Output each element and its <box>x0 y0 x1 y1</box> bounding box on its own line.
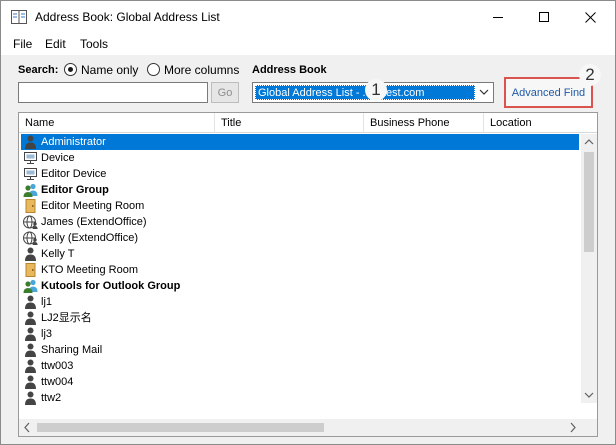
globe-person-icon <box>23 215 38 229</box>
person-icon <box>23 247 38 261</box>
callout-2: 2 <box>579 64 601 86</box>
list-header: Name Title Business Phone Location <box>19 113 597 133</box>
scroll-up-icon[interactable] <box>581 134 597 150</box>
go-button[interactable]: Go <box>211 82 239 103</box>
horizontal-scrollbar[interactable] <box>19 419 597 436</box>
maximize-icon <box>539 12 549 22</box>
list-item[interactable]: Kelly T <box>21 246 579 262</box>
group-icon <box>23 279 38 293</box>
person-icon <box>23 343 38 357</box>
list-item-name: Editor Device <box>41 168 107 180</box>
list-item-name: Administrator <box>41 136 106 148</box>
list-rows: Administrator Device Editor Device Editor G… <box>19 134 581 406</box>
list-item[interactable]: ttw004 <box>21 374 579 390</box>
menu-tools[interactable]: Tools <box>80 37 108 51</box>
person-icon <box>23 327 38 341</box>
list-item[interactable]: Editor Device <box>21 166 579 182</box>
menu-file[interactable]: File <box>13 37 32 51</box>
list-item-name: Editor Group <box>41 184 109 196</box>
column-name[interactable]: Name <box>19 113 215 133</box>
chevron-down-icon <box>479 89 489 95</box>
menu-bar: File Edit Tools <box>1 33 615 55</box>
list-item[interactable]: Sharing Mail <box>21 342 579 358</box>
dialog-content: Search: Name only More columns Address B… <box>1 55 615 444</box>
name-only-radio[interactable] <box>64 63 77 76</box>
list-item-name: Sharing Mail <box>41 344 103 356</box>
list-item-name: Kelly T <box>41 248 75 260</box>
person-icon <box>23 375 38 389</box>
list-item-name: Editor Meeting Room <box>41 200 145 212</box>
close-button[interactable] <box>567 1 613 33</box>
list-item-name: James (ExtendOffice) <box>41 216 147 228</box>
person-icon <box>23 135 38 149</box>
scroll-right-icon[interactable] <box>565 419 581 436</box>
person-icon <box>23 359 38 373</box>
list-item-name: lj1 <box>41 296 53 308</box>
more-columns-radio[interactable] <box>147 63 160 76</box>
callout-1: 1 <box>365 79 387 101</box>
vertical-scrollbar[interactable] <box>581 134 597 403</box>
menu-edit[interactable]: Edit <box>45 37 66 51</box>
more-columns-label[interactable]: More columns <box>164 63 239 77</box>
globe-person-icon <box>23 231 38 245</box>
list-item-name: Kelly (ExtendOffice) <box>41 232 139 244</box>
room-icon <box>23 199 38 213</box>
close-icon <box>584 11 596 23</box>
list-item[interactable]: Kelly (ExtendOffice) <box>21 230 579 246</box>
title-bar: Address Book: Global Address List <box>1 1 615 33</box>
list-item[interactable]: Editor Group <box>21 182 579 198</box>
device-icon <box>23 151 38 165</box>
list-item[interactable]: LJ2显示名 <box>21 310 579 326</box>
window-title: Address Book: Global Address List <box>35 10 220 24</box>
address-list: Name Title Business Phone Location Admin… <box>18 112 598 437</box>
list-item[interactable]: James (ExtendOffice) <box>21 214 579 230</box>
list-item-name: KTO Meeting Room <box>41 264 139 276</box>
scrollbar-corner <box>581 419 597 436</box>
advanced-find-button[interactable]: Advanced Find <box>509 82 588 103</box>
scroll-down-icon[interactable] <box>581 387 597 403</box>
list-item-name: Kutools for Outlook Group <box>41 280 181 292</box>
device-icon <box>23 167 38 181</box>
list-item[interactable]: Kutools for Outlook Group <box>21 278 579 294</box>
list-item-name: lj3 <box>41 328 53 340</box>
list-item[interactable]: lj3 <box>21 326 579 342</box>
room-icon <box>23 263 38 277</box>
person-icon <box>23 295 38 309</box>
list-item[interactable]: Device <box>21 150 579 166</box>
vertical-scroll-thumb[interactable] <box>584 152 594 252</box>
list-item[interactable]: Editor Meeting Room <box>21 198 579 214</box>
column-business-phone[interactable]: Business Phone <box>364 113 484 133</box>
address-book-icon <box>11 10 27 24</box>
list-item-name: LJ2显示名 <box>41 312 92 324</box>
address-book-window: Address Book: Global Address List File E… <box>0 0 616 445</box>
advanced-find-highlight: Advanced Find <box>504 77 593 108</box>
search-label: Search: <box>18 64 59 76</box>
column-location[interactable]: Location <box>484 113 597 133</box>
name-only-label[interactable]: Name only <box>81 63 138 77</box>
address-book-label: Address Book <box>252 64 327 76</box>
minimize-icon <box>493 16 503 18</box>
maximize-button[interactable] <box>521 1 567 33</box>
person-icon <box>23 311 38 325</box>
list-item-name: ttw004 <box>41 376 74 388</box>
horizontal-scroll-thumb[interactable] <box>37 423 324 432</box>
group-icon <box>23 183 38 197</box>
column-title[interactable]: Title <box>215 113 364 133</box>
list-item[interactable]: ttw2 <box>21 390 579 406</box>
person-icon <box>23 391 38 405</box>
list-item[interactable]: lj1 <box>21 294 579 310</box>
minimize-button[interactable] <box>475 1 521 33</box>
search-input[interactable] <box>18 82 208 103</box>
list-item[interactable]: ttw003 <box>21 358 579 374</box>
list-item-name: ttw003 <box>41 360 74 372</box>
list-item[interactable]: Administrator <box>21 134 579 150</box>
list-item-name: Device <box>41 152 75 164</box>
list-item-name: ttw2 <box>41 392 62 404</box>
list-item[interactable]: KTO Meeting Room <box>21 262 579 278</box>
scroll-left-icon[interactable] <box>19 419 35 436</box>
